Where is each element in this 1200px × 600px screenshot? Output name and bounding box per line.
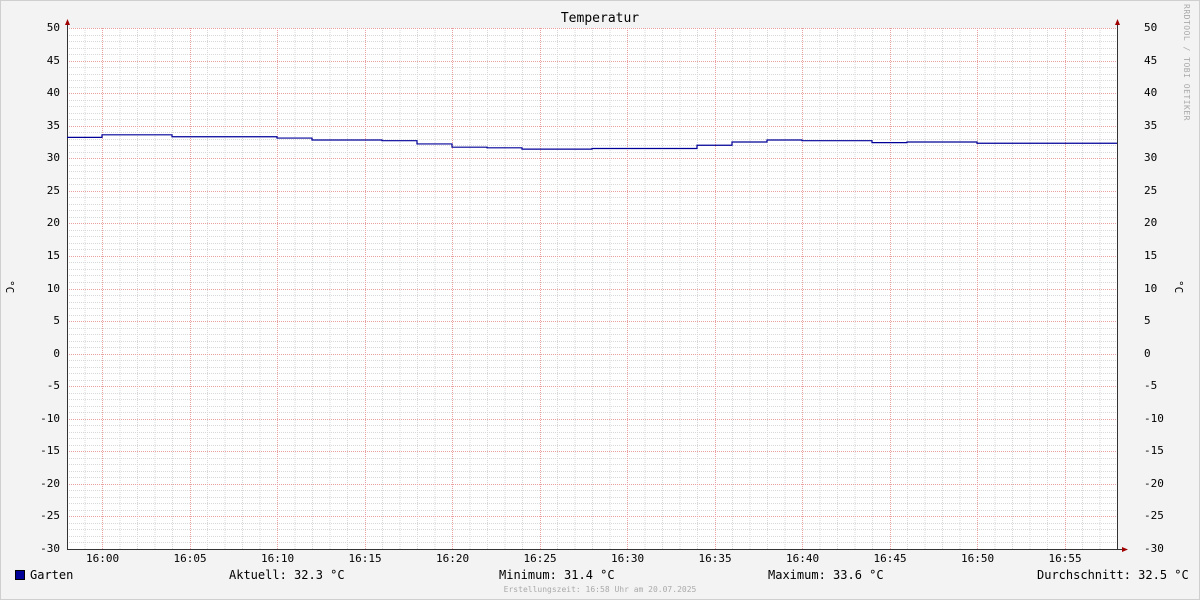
- y-tick-label-right: -25: [1144, 509, 1164, 523]
- y-tick-label-left: 10: [46, 281, 60, 295]
- legend-current: Aktuell: 32.3 °C: [229, 568, 345, 582]
- y-tick-label-right: 35: [1144, 118, 1158, 132]
- y-tick-label-left: 45: [46, 53, 60, 67]
- watermark: RRDTOOL / TOBI OETIKER: [1182, 4, 1191, 121]
- y-tick-label-right: -20: [1144, 476, 1164, 490]
- x-tick-label: 16:45: [873, 552, 907, 565]
- y-tick-label-right: -5: [1144, 379, 1158, 393]
- x-tick-label: 16:55: [1048, 552, 1082, 565]
- y-tick-label-right: 0: [1144, 346, 1151, 360]
- legend-swatch: [15, 570, 25, 580]
- y-tick-label-left: -15: [40, 444, 60, 458]
- x-tick-label: 16:20: [436, 552, 470, 565]
- y-tick-label-left: -10: [40, 411, 60, 425]
- legend-maximum: Maximum: 33.6 °C: [768, 568, 884, 582]
- y-tick-label-left: 35: [46, 118, 60, 132]
- y-tick-label-right: 45: [1144, 53, 1158, 67]
- y-axis-label-right: °C: [1172, 280, 1185, 294]
- y-tick-label-left: 50: [46, 21, 60, 34]
- x-tick-label: 16:30: [611, 552, 645, 565]
- y-tick-label-right: 5: [1144, 314, 1151, 328]
- creation-time: Erstellungszeit: 16:58 Uhr am 20.07.2025: [503, 585, 697, 594]
- y-tick-label-right: 15: [1144, 248, 1158, 262]
- x-tick-label: 16:00: [86, 552, 120, 565]
- y-tick-label-left: -30: [40, 542, 60, 555]
- y-tick-label-right: -30: [1144, 542, 1164, 555]
- chart-title: Temperatur: [560, 11, 640, 26]
- x-tick-label: 16:40: [786, 552, 820, 565]
- y-tick-label-left: 40: [46, 86, 60, 100]
- x-tick-label: 16:50: [961, 552, 995, 565]
- x-tick-label: 16:25: [523, 552, 557, 565]
- x-tick-label: 16:05: [173, 552, 207, 565]
- y-tick-label-left: 5: [53, 314, 60, 328]
- y-tick-label-left: -25: [40, 509, 60, 523]
- y-tick-label-left: 15: [46, 248, 60, 262]
- x-tick-label: 16:10: [261, 552, 295, 565]
- y-tick-label-right: -10: [1144, 411, 1164, 425]
- y-tick-label-right: -15: [1144, 444, 1164, 458]
- x-tick-label: 16:15: [348, 552, 382, 565]
- x-tick-label: 16:35: [698, 552, 732, 565]
- y-tick-label-left: 0: [53, 346, 60, 360]
- y-tick-label-left: 20: [46, 216, 60, 230]
- legend-series-name: Garten: [30, 568, 74, 582]
- y-tick-label-left: -20: [40, 476, 60, 490]
- y-tick-label-right: 50: [1144, 21, 1158, 34]
- legend-average: Durchschnitt: 32.5 °C: [1037, 568, 1189, 582]
- y-tick-label-right: 25: [1144, 183, 1158, 197]
- y-axis-label-left: °C: [3, 280, 16, 294]
- y-tick-label-right: 30: [1144, 151, 1158, 165]
- legend-minimum: Minimum: 31.4 °C: [499, 568, 615, 582]
- chart-area: [65, 19, 1128, 552]
- y-tick-label-left: 30: [46, 151, 60, 165]
- y-tick-label-left: 25: [46, 183, 60, 197]
- y-tick-label-right: 40: [1144, 86, 1158, 100]
- x-axis-arrow: [1122, 547, 1128, 552]
- y-tick-label-right: 20: [1144, 216, 1158, 230]
- minor-grid: [67, 28, 1117, 549]
- y-tick-label-left: -5: [46, 379, 60, 393]
- y-tick-label-right: 10: [1144, 281, 1158, 295]
